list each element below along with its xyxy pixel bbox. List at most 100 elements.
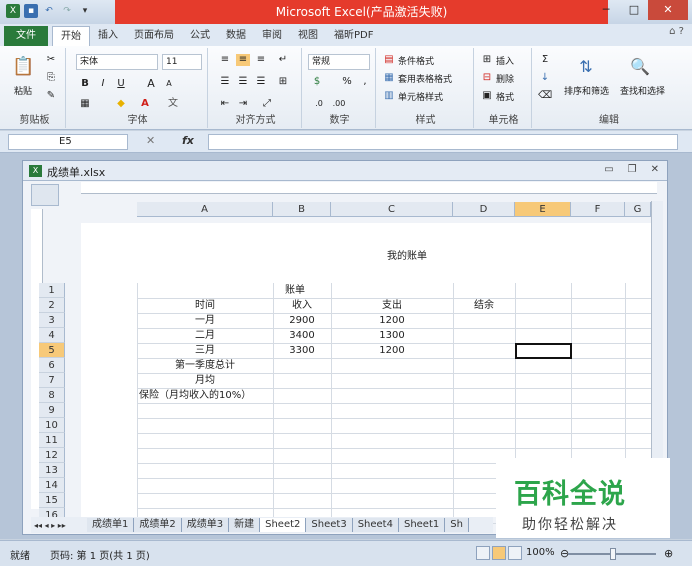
cell-styles-button[interactable]: 单元格样式 xyxy=(398,90,443,103)
row-header-7[interactable]: 7 xyxy=(39,373,65,388)
tab-review[interactable]: 审阅 xyxy=(254,26,290,46)
cell-A7[interactable]: 月均 xyxy=(137,373,273,388)
shrink-font-button[interactable]: A xyxy=(162,78,176,90)
help-icon[interactable]: ⌂ ? xyxy=(669,26,684,37)
autosum-icon[interactable]: Σ xyxy=(538,54,552,66)
conditional-format-button[interactable]: 条件格式 xyxy=(398,54,434,67)
align-center-icon[interactable]: ☰ xyxy=(236,76,250,88)
minimize-button[interactable]: ─ xyxy=(592,0,620,20)
fill-icon[interactable]: ↓ xyxy=(538,72,552,84)
cell-A6[interactable]: 第一季度总计 xyxy=(137,358,273,373)
orientation-icon[interactable]: ⤢ xyxy=(260,98,274,110)
insert-cells-button[interactable]: 插入 xyxy=(496,54,514,67)
row-header-11[interactable]: 11 xyxy=(39,433,65,448)
copy-icon[interactable]: ⎘ xyxy=(44,72,58,84)
cell-A4[interactable]: 二月 xyxy=(137,328,273,343)
redo-icon[interactable]: ↷ xyxy=(60,4,74,18)
decrease-indent-icon[interactable]: ⇤ xyxy=(218,98,232,110)
sheet-tab-6[interactable]: Sheet3 xyxy=(306,518,353,532)
cut-icon[interactable]: ✂ xyxy=(44,54,58,66)
sheet-tab-8[interactable]: Sheet1 xyxy=(398,518,446,532)
bold-button[interactable]: B xyxy=(78,78,92,90)
cell-A3[interactable]: 一月 xyxy=(137,313,273,328)
customize-qat-icon[interactable]: ▾ xyxy=(78,4,92,18)
row-header-4[interactable]: 4 xyxy=(39,328,65,343)
format-cells-button[interactable]: 格式 xyxy=(496,90,514,103)
delete-cells-icon[interactable]: ⊟ xyxy=(480,72,494,84)
row-header-15[interactable]: 15 xyxy=(39,493,65,508)
phonetic-icon[interactable]: 文 xyxy=(166,98,180,110)
page-break-view-icon[interactable] xyxy=(508,546,522,560)
format-cells-icon[interactable]: ▣ xyxy=(480,90,494,102)
tab-home[interactable]: 开始 xyxy=(52,26,90,46)
wb-close-icon[interactable]: ✕ xyxy=(651,164,659,175)
column-header-B[interactable]: B xyxy=(273,202,331,217)
undo-icon[interactable]: ↶ xyxy=(42,4,56,18)
normal-view-icon[interactable] xyxy=(476,546,490,560)
sheet-tab-9[interactable]: Sh xyxy=(445,518,469,532)
row-header-14[interactable]: 14 xyxy=(39,478,65,493)
sheet-tab-4[interactable]: 新建 xyxy=(229,518,261,532)
find-select-icon[interactable]: 🔍 xyxy=(630,54,650,80)
cell-B5[interactable]: 3300 xyxy=(273,343,331,358)
select-all-corner[interactable] xyxy=(31,184,59,206)
table-format-button[interactable]: 套用表格格式 xyxy=(398,72,452,85)
cell-A5[interactable]: 三月 xyxy=(137,343,273,358)
cell-C4[interactable]: 1300 xyxy=(331,328,453,343)
name-box[interactable]: E5 xyxy=(8,134,128,150)
sheet-tab-1[interactable]: 成绩单1 xyxy=(87,518,135,532)
font-size-combo[interactable]: 11 xyxy=(162,54,202,70)
decrease-decimal-icon[interactable]: .00 xyxy=(332,98,346,110)
row-header-3[interactable]: 3 xyxy=(39,313,65,328)
close-button[interactable]: ✕ xyxy=(648,0,688,20)
tab-foxit-pdf[interactable]: 福昕PDF xyxy=(326,26,381,46)
align-bottom-icon[interactable]: ≡ xyxy=(254,54,268,66)
row-header-12[interactable]: 12 xyxy=(39,448,65,463)
comma-button[interactable]: , xyxy=(358,76,372,88)
paste-label[interactable]: 粘贴 xyxy=(14,84,32,97)
italic-button[interactable]: I xyxy=(96,78,110,90)
increase-decimal-icon[interactable]: .0 xyxy=(312,98,326,110)
sheet-tab-7[interactable]: Sheet4 xyxy=(352,518,399,532)
column-header-G[interactable]: G xyxy=(625,202,651,217)
row-header-1[interactable]: 1 xyxy=(39,283,65,298)
maximize-button[interactable]: □ xyxy=(620,0,648,20)
font-color-icon[interactable]: A xyxy=(138,98,152,110)
sheet-tab-2[interactable]: 成绩单2 xyxy=(134,518,182,532)
column-header-C[interactable]: C xyxy=(331,202,453,217)
merge-center-icon[interactable]: ⊞ xyxy=(276,76,290,88)
cell-A2[interactable]: 时间 xyxy=(137,298,273,313)
row-header-10[interactable]: 10 xyxy=(39,418,65,433)
paste-icon[interactable]: 📋 xyxy=(12,54,34,80)
row-header-6[interactable]: 6 xyxy=(39,358,65,373)
conditional-format-icon[interactable]: ▤ xyxy=(382,54,396,66)
sheet-nav-arrows-icon[interactable]: ◂◂ ◂ ▸ ▸▸ xyxy=(31,521,87,530)
cell-styles-icon[interactable]: ▥ xyxy=(382,90,396,102)
row-header-8[interactable]: 8 xyxy=(39,388,65,403)
wb-minimize-icon[interactable]: ▭ xyxy=(604,164,613,175)
percent-button[interactable]: % xyxy=(340,76,354,88)
cancel-icon[interactable]: ✕ xyxy=(146,134,155,147)
align-top-icon[interactable]: ≡ xyxy=(218,54,232,66)
clear-icon[interactable]: ⌫ xyxy=(538,90,552,102)
zoom-slider-thumb[interactable] xyxy=(610,548,616,560)
sort-filter-button[interactable]: 排序和筛选 xyxy=(564,84,609,97)
font-name-combo[interactable]: 宋体 xyxy=(76,54,158,70)
sheet-tab-3[interactable]: 成绩单3 xyxy=(181,518,230,532)
cell-B4[interactable]: 3400 xyxy=(273,328,331,343)
formula-input[interactable] xyxy=(208,134,678,150)
find-select-button[interactable]: 查找和选择 xyxy=(620,84,665,97)
currency-icon[interactable]: $ xyxy=(310,76,324,88)
save-icon[interactable]: ▪ xyxy=(24,4,38,18)
align-middle-icon[interactable]: ≡ xyxy=(236,54,250,66)
fill-color-icon[interactable]: ◆ xyxy=(114,98,128,110)
cell-D2[interactable]: 结余 xyxy=(453,298,515,313)
increase-indent-icon[interactable]: ⇥ xyxy=(236,98,250,110)
tab-data[interactable]: 数据 xyxy=(218,26,254,46)
cell-C3[interactable]: 1200 xyxy=(331,313,453,328)
number-format-combo[interactable]: 常规 xyxy=(308,54,370,70)
underline-button[interactable]: U xyxy=(114,78,128,90)
wb-restore-icon[interactable]: ❐ xyxy=(628,164,637,175)
tab-insert[interactable]: 插入 xyxy=(90,26,126,46)
grow-font-button[interactable]: A xyxy=(144,78,158,90)
